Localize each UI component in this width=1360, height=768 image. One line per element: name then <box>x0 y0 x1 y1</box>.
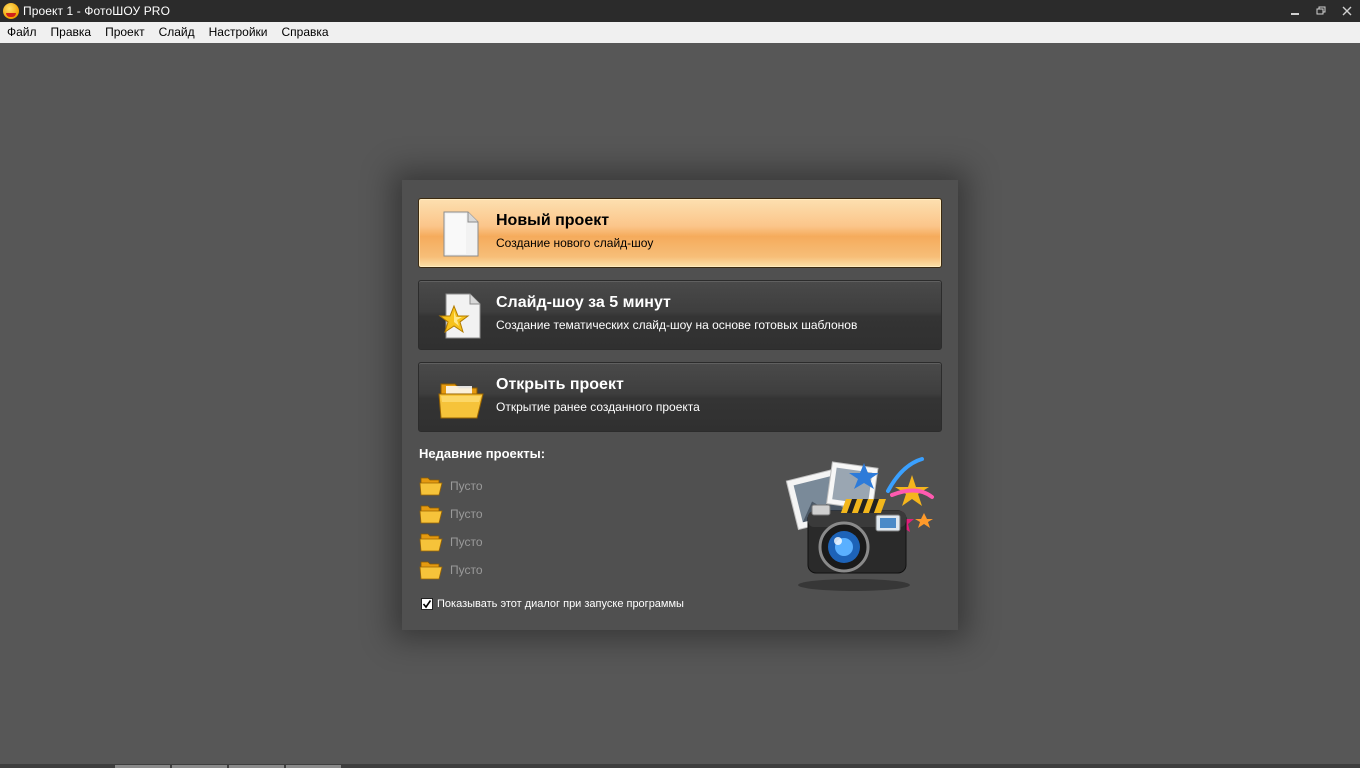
menu-project[interactable]: Проект <box>98 22 152 43</box>
open-project-title: Открыть проект <box>496 376 624 393</box>
open-project-button[interactable]: Открыть проект Открытие ранее созданного… <box>418 362 942 432</box>
recent-project-label: Пусто <box>450 507 483 521</box>
close-button[interactable] <box>1334 0 1360 22</box>
quick-slideshow-subtitle: Создание тематических слайд-шоу на основ… <box>496 318 858 332</box>
show-on-startup-option: Показывать этот диалог при запуске прогр… <box>421 598 684 610</box>
restore-icon <box>1316 6 1326 15</box>
menu-edit[interactable]: Правка <box>44 22 99 43</box>
menu-help[interactable]: Справка <box>274 22 335 43</box>
recent-project-label: Пусто <box>450 535 483 549</box>
folder-icon <box>419 477 443 496</box>
recent-project-item[interactable]: Пусто <box>419 559 483 581</box>
star-document-icon <box>438 293 481 339</box>
quick-slideshow-button[interactable]: Слайд-шоу за 5 минут Создание тематическ… <box>418 280 942 350</box>
show-on-startup-label: Показывать этот диалог при запуске прогр… <box>437 598 684 610</box>
camera-illustration <box>785 457 934 591</box>
menu-slide[interactable]: Слайд <box>152 22 202 43</box>
recent-project-item[interactable]: Пусто <box>419 503 483 525</box>
new-project-button[interactable]: Новый проект Создание нового слайд-шоу <box>418 198 942 268</box>
close-icon <box>1342 6 1352 16</box>
quick-slideshow-title: Слайд-шоу за 5 минут <box>496 294 671 311</box>
start-dialog: Новый проект Создание нового слайд-шоу С… <box>402 180 958 630</box>
menu-settings[interactable]: Настройки <box>202 22 275 43</box>
minimize-icon <box>1291 13 1299 15</box>
recent-project-item[interactable]: Пусто <box>419 531 483 553</box>
restore-button[interactable] <box>1308 0 1334 22</box>
window-title: Проект 1 - ФотоШОУ PRO <box>23 4 170 18</box>
recent-projects-heading: Недавние проекты: <box>419 446 546 461</box>
folder-icon <box>419 533 443 552</box>
folder-icon <box>419 505 443 524</box>
new-project-subtitle: Создание нового слайд-шоу <box>496 236 654 250</box>
open-folder-icon <box>438 383 484 419</box>
title-bar: Проект 1 - ФотоШОУ PRO <box>0 0 1360 22</box>
menu-file[interactable]: Файл <box>0 22 44 43</box>
menu-bar: Файл Правка Проект Слайд Настройки Справ… <box>0 22 1360 43</box>
show-on-startup-checkbox[interactable] <box>421 598 433 610</box>
recent-project-item[interactable]: Пусто <box>419 475 483 497</box>
new-document-icon <box>443 211 479 257</box>
minimize-button[interactable] <box>1282 0 1308 22</box>
app-icon <box>3 3 19 19</box>
recent-project-label: Пусто <box>450 479 483 493</box>
open-project-subtitle: Открытие ранее созданного проекта <box>496 400 700 414</box>
new-project-title: Новый проект <box>496 212 610 229</box>
checkmark-icon <box>422 600 432 609</box>
recent-project-label: Пусто <box>450 563 483 577</box>
folder-icon <box>419 561 443 580</box>
window-controls <box>1282 0 1360 22</box>
